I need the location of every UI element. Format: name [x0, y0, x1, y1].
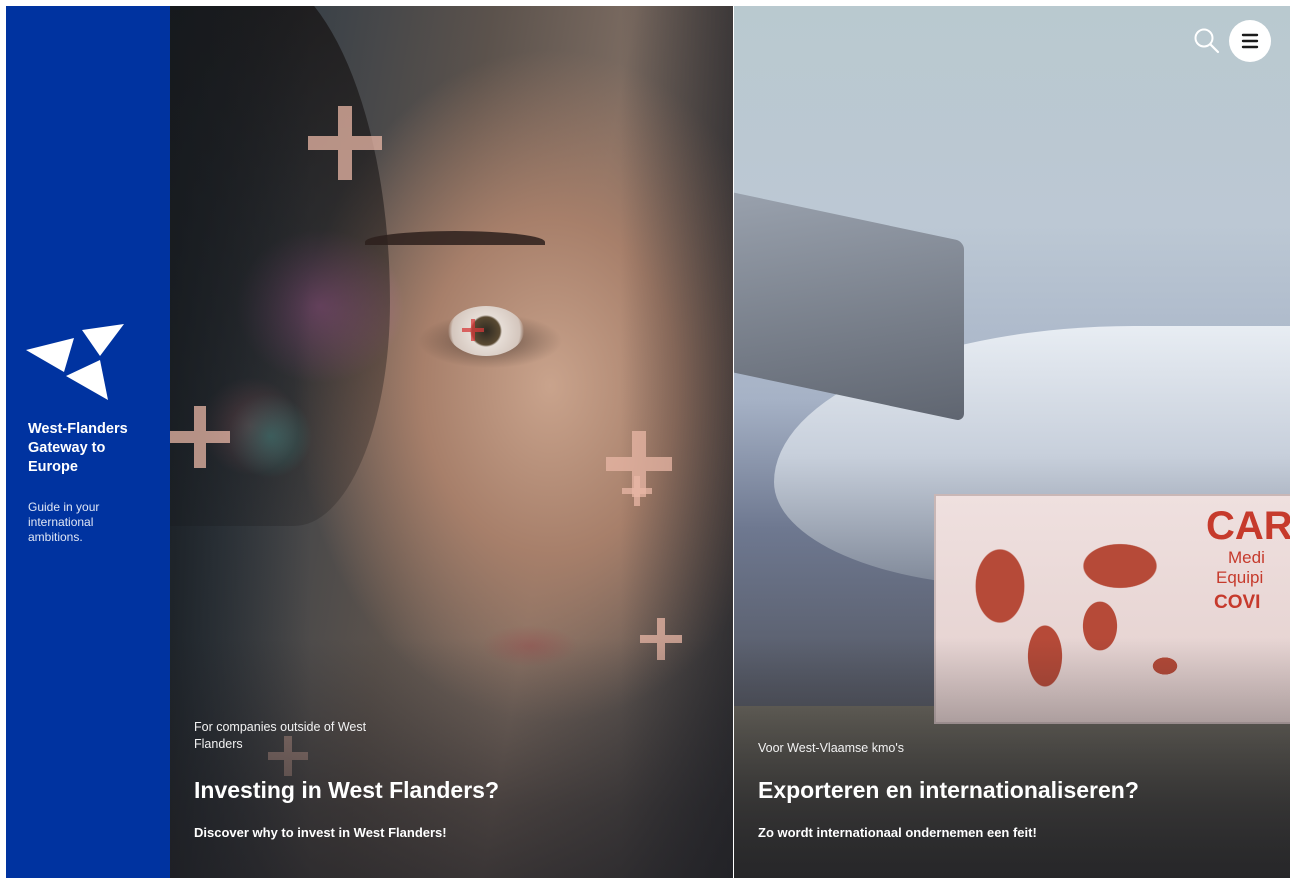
home-logo-link[interactable] [26, 316, 124, 400]
panel-fade [170, 638, 733, 878]
menu-button[interactable] [1229, 20, 1271, 62]
hamburger-menu-icon [1241, 33, 1259, 49]
export-kicker: Voor West-Vlaamse kmo's [758, 741, 904, 755]
hero-image-brow [365, 231, 545, 253]
brand-tagline: Guide in your international ambitions. [28, 500, 100, 544]
hero-image-eye [448, 306, 524, 356]
export-subline: Zo wordt internationaal ondernemen een f… [758, 825, 1037, 840]
sidebar: West-Flanders Gateway to Europe Guide in… [6, 6, 170, 878]
plus-decoration [308, 106, 382, 180]
export-panel-link[interactable]: CAR Medi Equipi COVI Voor West-Vlaamse k… [734, 6, 1290, 878]
panel-fade [734, 638, 1290, 878]
invest-headline: Investing in West Flanders? [194, 777, 500, 803]
page: West-Flanders Gateway to Europe Guide in… [6, 6, 1290, 878]
truck-lettering: CAR Medi Equipi COVI [1206, 504, 1290, 613]
invest-subline: Discover why to invest in West Flanders! [194, 825, 447, 840]
kite-logo-icon [26, 324, 124, 400]
invest-kicker: For companies outside of West Flanders [194, 720, 367, 751]
export-headline: Exporteren en internationaliseren? [758, 777, 1139, 803]
plus-decoration [622, 476, 652, 506]
plus-decoration [462, 319, 484, 341]
search-button[interactable] [1192, 26, 1222, 56]
invest-panel-link[interactable]: For companies outside of West Flanders I… [170, 6, 733, 878]
plus-decoration [170, 406, 230, 468]
brand-title: West-Flanders Gateway to Europe [28, 421, 128, 475]
hero-image-cargo-door [734, 190, 964, 422]
search-icon [1194, 28, 1220, 54]
